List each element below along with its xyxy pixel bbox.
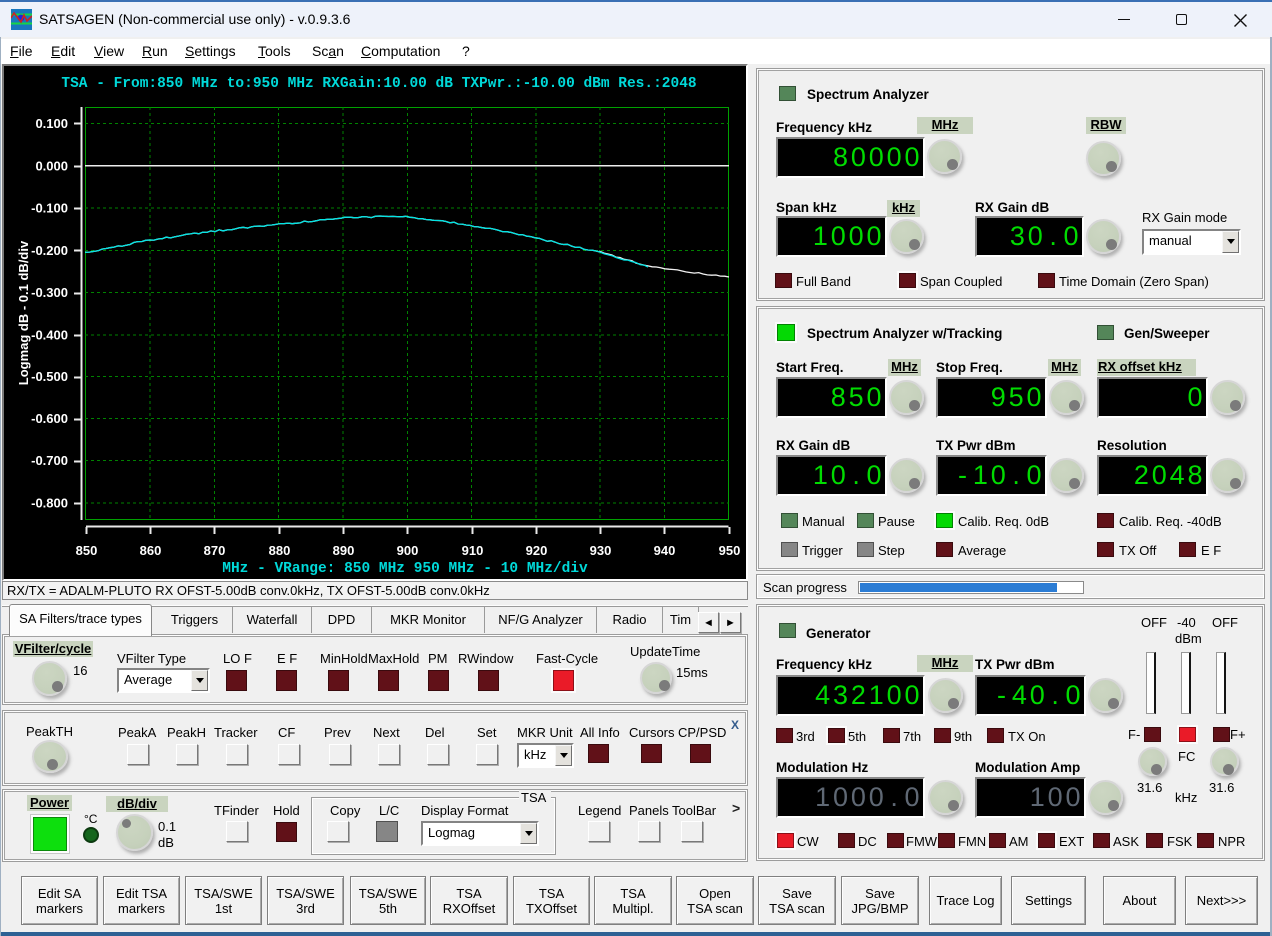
- svg-text:880: 880: [269, 543, 291, 558]
- svg-text:-0.500: -0.500: [31, 369, 68, 384]
- svg-text:940: 940: [654, 543, 676, 558]
- svg-text:-0.200: -0.200: [31, 243, 68, 258]
- svg-text:900: 900: [397, 543, 419, 558]
- svg-text:-0.300: -0.300: [31, 285, 68, 300]
- svg-text:-0.100: -0.100: [31, 201, 68, 216]
- svg-text:920: 920: [526, 543, 548, 558]
- svg-text:0.100: 0.100: [35, 116, 68, 131]
- svg-text:910: 910: [462, 543, 484, 558]
- svg-text:890: 890: [333, 543, 355, 558]
- svg-text:-0.700: -0.700: [31, 453, 68, 468]
- svg-text:TSA - From:850 MHz to:950 MHz: TSA - From:850 MHz to:950 MHz RXGain:10.…: [61, 76, 696, 92]
- svg-text:860: 860: [140, 543, 162, 558]
- svg-text:-0.400: -0.400: [31, 327, 68, 342]
- svg-text:MHz - VRange: 850 MHz 950 MHz: MHz - VRange: 850 MHz 950 MHz - 10 MHz/d…: [222, 561, 588, 577]
- svg-text:-0.600: -0.600: [31, 411, 68, 426]
- svg-text:870: 870: [204, 543, 226, 558]
- svg-text:0.000: 0.000: [35, 158, 68, 173]
- svg-text:930: 930: [590, 543, 612, 558]
- svg-text:850: 850: [76, 543, 98, 558]
- svg-text:-0.800: -0.800: [31, 496, 68, 511]
- svg-text:950: 950: [719, 543, 741, 558]
- svg-text:Logmag dB - 0.1 dB/div: Logmag dB - 0.1 dB/div: [16, 240, 31, 385]
